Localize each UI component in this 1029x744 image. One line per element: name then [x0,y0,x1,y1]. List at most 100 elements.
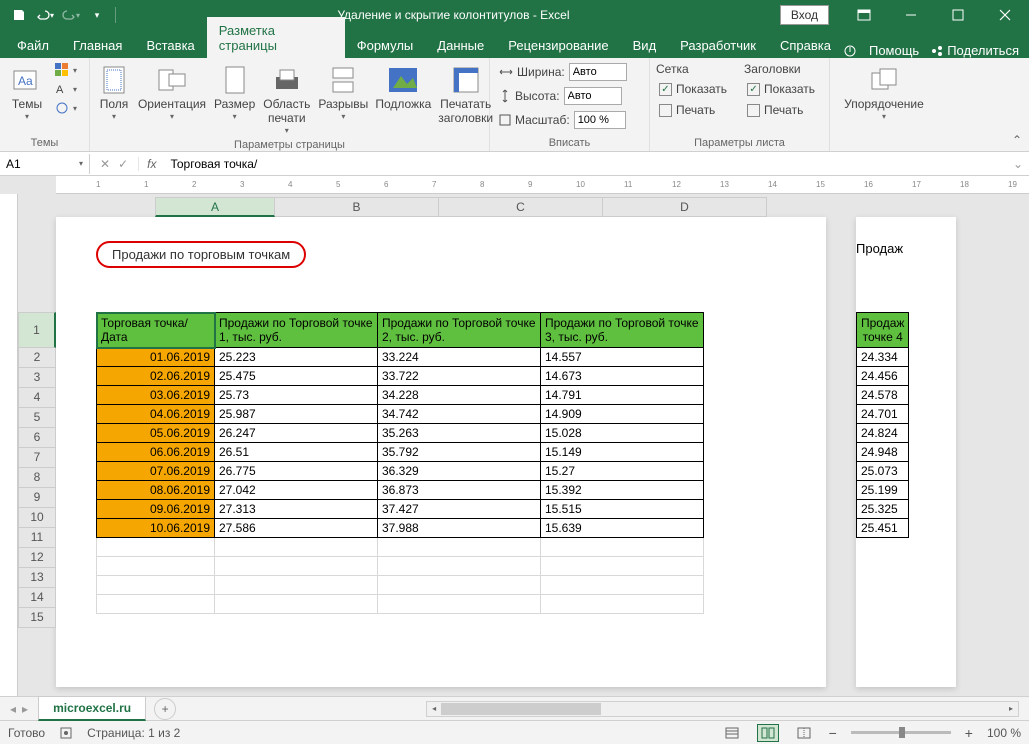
qat-customize-icon[interactable]: ▾ [86,4,108,26]
tab-home[interactable]: Главная [61,32,134,58]
print-titles-button[interactable]: Печатать заголовки [436,62,495,128]
table-cell[interactable]: 05.06.2019 [97,424,215,443]
scale-height-input[interactable] [564,87,622,105]
tell-me-icon[interactable] [843,44,857,58]
size-button[interactable]: Размер▾ [212,62,257,123]
headings-show-checkbox[interactable]: ✓Показать [744,81,818,97]
row-header[interactable]: 11 [18,528,56,548]
row-header[interactable]: 4 [18,388,56,408]
themes-button[interactable]: Aa Темы▾ [6,62,48,123]
table-cell[interactable]: 06.06.2019 [97,443,215,462]
table-cell[interactable]: 07.06.2019 [97,462,215,481]
orientation-button[interactable]: Ориентация▾ [136,62,208,123]
table-header-cell[interactable]: Продажи по Торговой точке 1, тыс. руб. [215,313,378,348]
table-cell[interactable]: 25.987 [215,405,378,424]
minimize-icon[interactable] [888,0,933,30]
theme-fonts-icon[interactable]: A▾ [52,81,80,97]
cancel-formula-icon[interactable]: ✕ [100,157,110,171]
view-page-break-icon[interactable] [793,724,815,742]
tab-insert[interactable]: Вставка [134,32,206,58]
table-cell[interactable]: 15.27 [541,462,704,481]
table-cell[interactable]: 14.557 [541,348,704,367]
table2-cell[interactable]: 24.824 [857,424,909,443]
table-cell[interactable]: 36.873 [378,481,541,500]
table-cell[interactable]: 15.515 [541,500,704,519]
empty-cell[interactable] [378,595,541,614]
empty-cell[interactable] [541,576,704,595]
save-icon[interactable] [8,4,30,26]
row-header[interactable]: 13 [18,568,56,588]
table-header-cell[interactable]: Продажи по Торговой точке 2, тыс. руб. [378,313,541,348]
table-cell[interactable]: 03.06.2019 [97,386,215,405]
table-cell[interactable]: 10.06.2019 [97,519,215,538]
col-header-c[interactable]: C [439,197,603,217]
horizontal-scrollbar[interactable]: ◂ ▸ [426,701,1019,717]
empty-cell[interactable] [97,576,215,595]
redo-icon[interactable]: ▾ [60,4,82,26]
table-cell[interactable]: 37.427 [378,500,541,519]
theme-effects-icon[interactable]: ▾ [52,100,80,116]
formula-input[interactable]: Торговая точка/ [164,154,1006,174]
table-cell[interactable]: 15.149 [541,443,704,462]
table-cell[interactable]: 33.722 [378,367,541,386]
ribbon-options-icon[interactable] [841,0,886,30]
macro-record-icon[interactable] [59,726,73,740]
row-header[interactable]: 1 [18,312,56,348]
table-header-cell[interactable]: Торговая точка/ Дата [97,313,215,348]
empty-cell[interactable] [215,576,378,595]
empty-cell[interactable] [215,557,378,576]
share-button[interactable]: Поделиться [931,43,1019,58]
table2-cell[interactable]: 24.334 [857,348,909,367]
expand-formula-icon[interactable]: ⌄ [1007,157,1029,171]
empty-cell[interactable] [97,557,215,576]
table2-header[interactable]: Продажточке 4 [857,313,909,348]
fx-icon[interactable]: fx [139,157,164,171]
scroll-left-icon[interactable]: ◂ [427,702,441,716]
table-cell[interactable]: 33.224 [378,348,541,367]
row-header[interactable]: 6 [18,428,56,448]
scale-percent-input[interactable] [574,111,626,129]
table-cell[interactable]: 04.06.2019 [97,405,215,424]
table-cell[interactable]: 14.791 [541,386,704,405]
close-icon[interactable] [982,0,1027,30]
empty-cell[interactable] [541,557,704,576]
row-header[interactable]: 9 [18,488,56,508]
row-header[interactable]: 10 [18,508,56,528]
row-header[interactable]: 7 [18,448,56,468]
empty-cell[interactable] [541,538,704,557]
undo-icon[interactable]: ▾ [34,4,56,26]
theme-colors-icon[interactable]: ▾ [52,62,80,78]
table2-cell[interactable]: 25.325 [857,500,909,519]
row-header[interactable]: 12 [18,548,56,568]
empty-cell[interactable] [378,576,541,595]
table-cell[interactable]: 15.028 [541,424,704,443]
table2-cell[interactable]: 25.199 [857,481,909,500]
print-area-button[interactable]: Область печати▾ [261,62,312,137]
zoom-out-icon[interactable]: − [829,725,837,741]
breaks-button[interactable]: Разрывы▾ [316,62,370,123]
table-cell[interactable]: 14.909 [541,405,704,424]
row-header[interactable]: 8 [18,468,56,488]
help-hint[interactable]: Помощь [869,43,919,58]
scroll-right-icon[interactable]: ▸ [1004,702,1018,716]
table-cell[interactable]: 26.247 [215,424,378,443]
table-cell[interactable]: 09.06.2019 [97,500,215,519]
table-cell[interactable]: 26.775 [215,462,378,481]
grid-print-checkbox[interactable]: Печать [656,102,730,118]
sign-in-button[interactable]: Вход [780,5,829,25]
scrollbar-thumb[interactable] [441,703,601,715]
table2-cell[interactable]: 24.701 [857,405,909,424]
table-header-cell[interactable]: Продажи по Торговой точке 3, тыс. руб. [541,313,704,348]
table-cell[interactable]: 27.313 [215,500,378,519]
view-page-layout-icon[interactable] [757,724,779,742]
table2-cell[interactable]: 25.073 [857,462,909,481]
table-cell[interactable]: 35.263 [378,424,541,443]
table-cell[interactable]: 25.223 [215,348,378,367]
row-header[interactable]: 14 [18,588,56,608]
row-header[interactable]: 3 [18,368,56,388]
horizontal-ruler[interactable]: 112345678910111213141516171819 [56,176,1029,194]
tab-developer[interactable]: Разработчик [668,32,768,58]
table-cell[interactable]: 27.042 [215,481,378,500]
empty-cell[interactable] [215,538,378,557]
tab-review[interactable]: Рецензирование [496,32,620,58]
